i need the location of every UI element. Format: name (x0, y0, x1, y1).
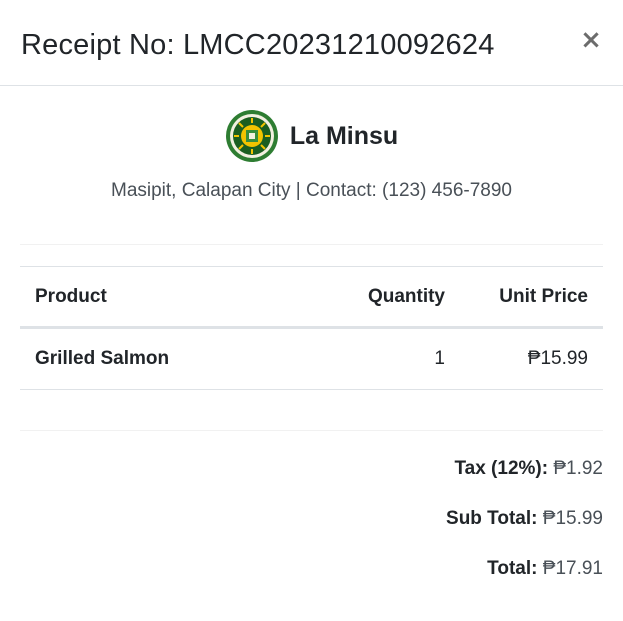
modal-header: Receipt No: LMCC20231210092624 × (0, 0, 623, 86)
total-line: Total: ₱17.91 (203, 555, 603, 605)
row-quantity: 1 (434, 348, 445, 369)
receipt-modal: Receipt No: LMCC20231210092624 × La Mins… (0, 0, 623, 621)
close-button[interactable]: × (579, 25, 603, 55)
table-row: Grilled Salmon 1 ₱15.99 (20, 328, 603, 390)
header-unit-price: Unit Price (499, 285, 588, 307)
store-address-contact: Masipit, Calapan City | Contact: (123) 4… (111, 180, 512, 201)
subtotal-label: Sub Total: (446, 508, 538, 529)
header-quantity: Quantity (367, 285, 445, 307)
store-logo-icon (225, 110, 278, 162)
tax-line: Tax (12%): ₱1.92 (203, 455, 603, 505)
table-header-row: Product Quantity Unit Price (20, 266, 603, 328)
divider (20, 430, 603, 431)
subtotal-line: Sub Total: ₱15.99 (203, 505, 603, 555)
tax-value: ₱1.92 (553, 458, 603, 479)
total-label: Total: (487, 558, 538, 579)
row-unit-price: ₱15.99 (527, 348, 588, 369)
divider (20, 244, 603, 245)
store-name: La Minsu (289, 121, 399, 150)
row-product: Grilled Salmon (35, 348, 170, 369)
total-value: ₱17.91 (542, 558, 603, 579)
header-product: Product (35, 285, 107, 307)
receipt-title: Receipt No: LMCC20231210092624 (21, 29, 495, 61)
store-brand: La Minsu (0, 109, 623, 163)
subtotal-value: ₱15.99 (542, 508, 603, 529)
receipt-items-table: Product Quantity Unit Price Grilled Salm… (20, 266, 603, 390)
totals-section: Tax (12%): ₱1.92 Sub Total: ₱15.99 Total… (203, 455, 603, 605)
tax-label: Tax (12%): (454, 458, 549, 479)
